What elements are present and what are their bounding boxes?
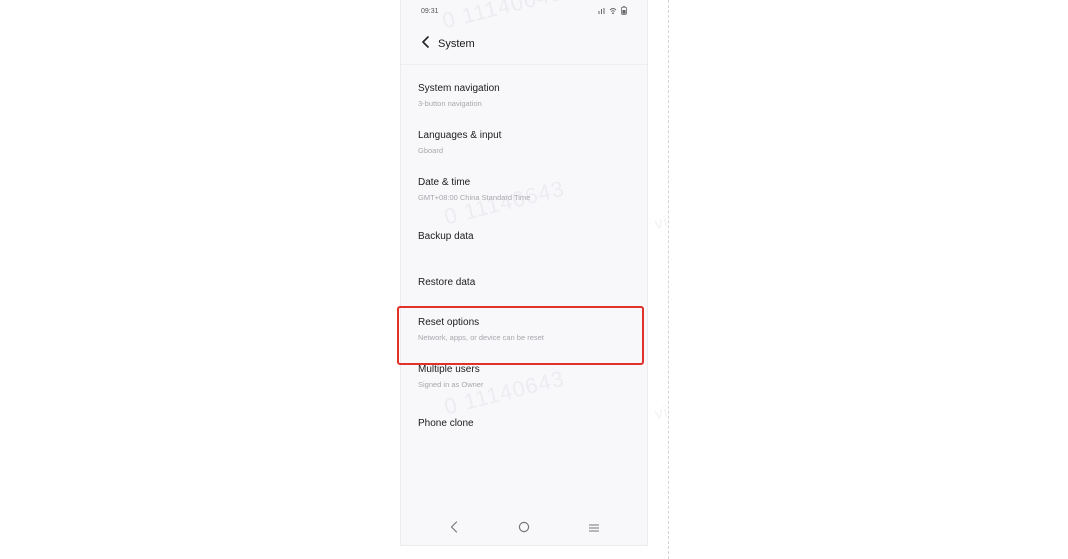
item-subtitle: GMT+08:00 China Standard Time [418,193,531,202]
signal-icon [598,7,605,15]
wifi-icon [609,7,617,15]
back-triangle-icon [450,520,458,538]
settings-item-phone-clone[interactable]: Phone clone [401,409,647,449]
dashed-divider [668,0,669,559]
back-button[interactable] [417,36,433,52]
item-title: Phone clone [418,418,474,429]
status-time: 09:31 [421,8,439,15]
nav-home-button[interactable] [516,521,532,537]
item-title: Reset options [418,317,480,328]
header-divider [401,64,647,65]
nav-back-button[interactable] [446,521,462,537]
recents-menu-icon [588,520,600,538]
item-subtitle: 3-button navigation [418,99,482,108]
settings-item-date-time[interactable]: Date & time GMT+08:00 China Standard Tim… [401,172,647,212]
item-title: Multiple users [418,364,480,375]
item-subtitle: Signed in as Owner [418,380,484,389]
settings-item-reset-options[interactable]: Reset options Network, apps, or device c… [401,312,647,352]
status-icons [598,6,627,15]
item-title: Languages & input [418,130,502,141]
screenshot-page: 09:31 System System navigation 3-button … [0,0,1068,559]
settings-item-system-navigation[interactable]: System navigation 3-button navigation [401,78,647,118]
item-subtitle: Gboard [418,146,444,155]
settings-item-restore-data[interactable]: Restore data [401,268,647,308]
home-circle-icon [518,520,530,538]
nav-recents-button[interactable] [586,521,602,537]
item-title: Restore data [418,277,476,288]
settings-item-languages-input[interactable]: Languages & input Gboard [401,125,647,165]
chevron-left-icon [421,35,430,53]
battery-icon [621,6,627,15]
item-title: Backup data [418,231,474,242]
phone-screen: 09:31 System System navigation 3-button … [400,0,648,546]
item-title: System navigation [418,83,500,94]
settings-item-backup-data[interactable]: Backup data [401,222,647,262]
page-title: System [438,38,475,50]
system-nav-bar [401,513,647,545]
status-bar: 09:31 [401,0,647,24]
item-subtitle: Network, apps, or device can be reset [418,333,544,342]
app-header: System [401,30,647,60]
item-title: Date & time [418,177,471,188]
settings-item-multiple-users[interactable]: Multiple users Signed in as Owner [401,359,647,399]
